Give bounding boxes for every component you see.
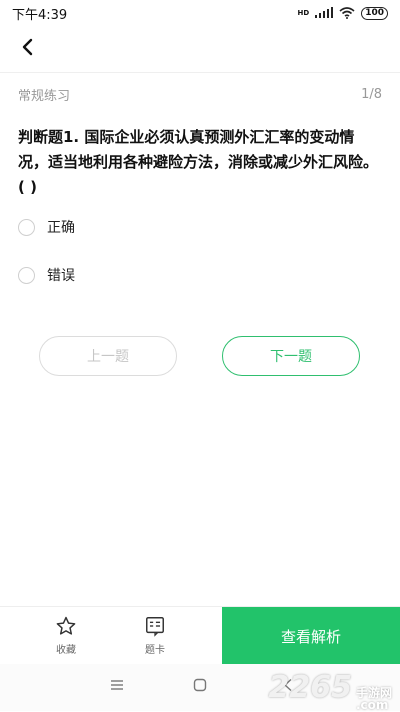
option-false[interactable]: 错误	[18, 265, 75, 285]
answer-card-button[interactable]: 题卡	[130, 615, 180, 656]
bottom-bar: 收藏 题卡 查看解析	[0, 606, 400, 665]
status-bar: 下午4:39 HD 100	[0, 0, 400, 26]
menu-icon[interactable]	[110, 678, 124, 692]
prev-question-button[interactable]: 上一题	[39, 336, 177, 376]
question-text: 判断题1. 国际企业必须认真预测外汇汇率的变动情况，适当地利用各种避险方法，消除…	[18, 125, 380, 200]
radio-icon	[18, 266, 35, 284]
battery-icon: 100	[361, 6, 388, 20]
question-type: 判断题1.	[18, 128, 80, 146]
hd-label: HD	[297, 9, 310, 17]
watermark-suffix: .com	[355, 698, 389, 712]
back-button[interactable]	[14, 34, 40, 60]
option-true[interactable]: 正确	[18, 217, 75, 237]
watermark-logo: 2265 手游网 .com	[268, 670, 392, 711]
answer-card-icon	[146, 617, 164, 637]
view-analysis-button[interactable]: 查看解析	[222, 607, 400, 665]
chevron-left-icon	[22, 38, 33, 56]
wifi-icon	[339, 7, 355, 19]
header-divider	[0, 72, 400, 73]
favorite-button[interactable]: 收藏	[41, 615, 91, 656]
radio-icon	[18, 218, 35, 236]
home-icon[interactable]	[193, 678, 207, 692]
favorite-label: 收藏	[56, 645, 76, 656]
option-label: 错误	[47, 268, 75, 284]
question-progress: 1/8	[361, 86, 382, 102]
option-label: 正确	[47, 220, 75, 236]
section-title: 常规练习	[18, 88, 71, 104]
section-row: 常规练习 1/8	[18, 84, 382, 104]
status-icons: HD 100	[297, 6, 388, 20]
status-time: 下午4:39	[12, 7, 68, 23]
star-icon	[56, 616, 76, 635]
answer-card-label: 题卡	[145, 645, 165, 656]
signal-icon	[315, 7, 334, 18]
watermark-brand: 2265	[268, 670, 352, 705]
next-question-button[interactable]: 下一题	[222, 336, 360, 376]
